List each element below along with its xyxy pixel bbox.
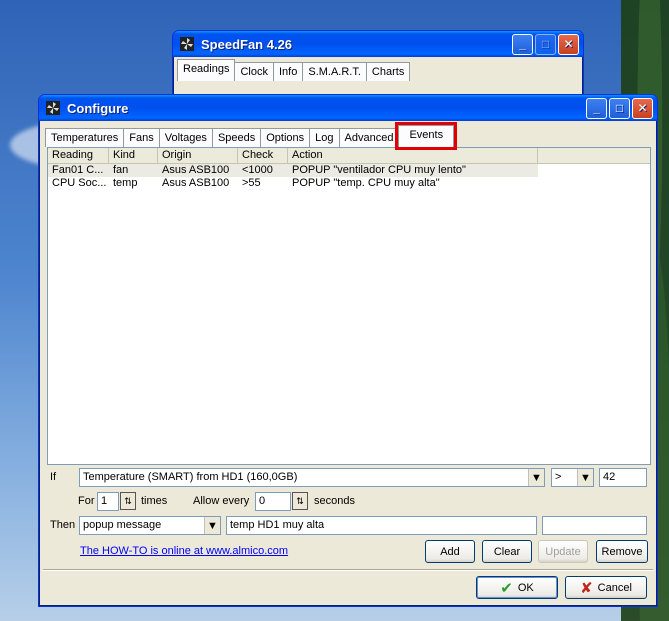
minimize-button[interactable]: _ — [586, 97, 607, 119]
tab-log[interactable]: Log — [309, 128, 340, 147]
tab-fans[interactable]: Fans — [123, 128, 160, 147]
maximize-button[interactable]: □ — [609, 97, 630, 119]
configure-titlebar[interactable]: Configure _ □ ✕ — [39, 95, 657, 121]
dropdown-button[interactable]: ▼ — [577, 469, 593, 486]
events-list-header: Reading Kind Origin Check Action — [48, 148, 650, 164]
times-label: times — [141, 495, 168, 507]
column-origin[interactable]: Origin — [158, 148, 238, 163]
column-check[interactable]: Check — [238, 148, 288, 163]
close-button[interactable]: ✕ — [632, 97, 653, 119]
tab-readings[interactable]: Readings — [177, 59, 236, 81]
cell-kind: fan — [113, 164, 129, 176]
cell-check: >55 — [242, 177, 261, 189]
then-action-select[interactable]: popup message ▼ — [79, 516, 221, 535]
cell-reading: Fan01 C... — [52, 164, 104, 176]
events-list[interactable]: Reading Kind Origin Check Action Fan01 C… — [47, 147, 651, 465]
check-icon: ✔ — [500, 579, 513, 597]
allow-every-spinner[interactable]: ⇅ — [292, 492, 308, 510]
minimize-icon: _ — [519, 37, 526, 51]
tab-info[interactable]: Info — [273, 62, 304, 81]
column-action[interactable]: Action — [288, 148, 538, 163]
tab-options[interactable]: Options — [260, 128, 311, 147]
cell-check: <1000 — [242, 164, 273, 176]
cell-action: POPUP "temp. CPU muy alta" — [292, 177, 440, 189]
then-param-input[interactable]: temp HD1 muy alta — [226, 516, 537, 535]
update-button[interactable]: Update — [538, 540, 588, 563]
ok-label: OK — [517, 581, 534, 594]
threshold-input[interactable]: 42 — [599, 468, 647, 487]
if-source-value: Temperature (SMART) from HD1 (160,0GB) — [83, 471, 298, 483]
remove-button[interactable]: Remove — [596, 540, 648, 563]
configure-tabbar: Temperatures Fans Voltages Speeds Option… — [39, 122, 657, 150]
cell-reading: CPU Soc... — [52, 177, 107, 189]
maximize-button[interactable]: □ — [535, 33, 556, 55]
speedfan-title: SpeedFan 4.26 — [201, 36, 293, 52]
cancel-label: Cancel — [597, 581, 632, 594]
dropdown-button[interactable]: ▼ — [528, 469, 544, 486]
seconds-label: seconds — [314, 495, 355, 507]
then-label: Then — [50, 519, 76, 531]
if-source-select[interactable]: Temperature (SMART) from HD1 (160,0GB) ▼ — [79, 468, 545, 487]
table-row[interactable]: Fan01 C... fan Asus ASB100 <1000 POPUP "… — [48, 164, 538, 177]
maximize-icon: □ — [541, 37, 550, 51]
add-button[interactable]: Add — [425, 540, 475, 563]
divider — [43, 569, 653, 571]
fan-icon — [179, 36, 195, 52]
close-button[interactable]: ✕ — [558, 33, 579, 55]
minimize-button[interactable]: _ — [512, 33, 533, 55]
cell-origin: Asus ASB100 — [162, 164, 230, 176]
minimize-icon: _ — [593, 101, 600, 115]
dropdown-button[interactable]: ▼ — [204, 517, 220, 534]
configure-title: Configure — [67, 100, 129, 116]
chevron-down-icon: ▼ — [207, 519, 218, 532]
tab-clock[interactable]: Clock — [234, 62, 274, 81]
allow-every-label: Allow every — [193, 495, 250, 507]
configure-dialog: Configure _ □ ✕ Temperatures Fans Voltag… — [38, 94, 658, 607]
tab-events[interactable]: Events — [395, 122, 458, 150]
operator-select[interactable]: > ▼ — [551, 468, 594, 487]
speedfan-tabbar: Readings Clock Info S.M.A.R.T. Charts — [173, 57, 583, 81]
cell-origin: Asus ASB100 — [162, 177, 230, 189]
x-icon: ✘ — [580, 579, 593, 597]
operator-value: > — [555, 471, 562, 483]
tab-temperatures[interactable]: Temperatures — [45, 128, 125, 147]
if-label: If — [50, 471, 57, 483]
close-icon: ✕ — [637, 101, 648, 115]
chevron-down-icon: ▼ — [531, 471, 542, 484]
ok-button[interactable]: ✔ OK — [476, 576, 558, 599]
howto-link[interactable]: The HOW-TO is online at www.almico.com — [80, 545, 288, 557]
tab-charts[interactable]: Charts — [365, 62, 411, 81]
speedfan-titlebar[interactable]: SpeedFan 4.26 _ □ ✕ — [173, 31, 583, 57]
for-count-input[interactable]: 1 — [97, 492, 119, 511]
then-action-value: popup message — [83, 519, 162, 531]
column-reading[interactable]: Reading — [48, 148, 109, 163]
table-row[interactable]: CPU Soc... temp Asus ASB100 >55 POPUP "t… — [48, 177, 538, 190]
allow-every-input[interactable]: 0 — [255, 492, 291, 511]
tab-speeds[interactable]: Speeds — [211, 128, 262, 147]
tab-advanced[interactable]: Advanced — [338, 128, 400, 147]
column-kind[interactable]: Kind — [109, 148, 158, 163]
then-extra-input[interactable] — [542, 516, 647, 535]
spinner-arrows-icon: ⇅ — [296, 495, 304, 506]
cancel-button[interactable]: ✘ Cancel — [565, 576, 647, 599]
clear-button[interactable]: Clear — [482, 540, 532, 563]
close-icon: ✕ — [563, 37, 574, 51]
tab-voltages[interactable]: Voltages — [158, 128, 213, 147]
for-count-spinner[interactable]: ⇅ — [120, 492, 136, 510]
cell-kind: temp — [113, 177, 138, 189]
maximize-icon: □ — [615, 101, 624, 115]
spinner-arrows-icon: ⇅ — [124, 495, 132, 506]
for-label: For — [78, 495, 95, 507]
chevron-down-icon: ▼ — [580, 471, 591, 484]
cell-action: POPUP "ventilador CPU muy lento" — [292, 164, 466, 176]
tab-smart[interactable]: S.M.A.R.T. — [302, 62, 367, 81]
fan-icon — [45, 100, 61, 116]
